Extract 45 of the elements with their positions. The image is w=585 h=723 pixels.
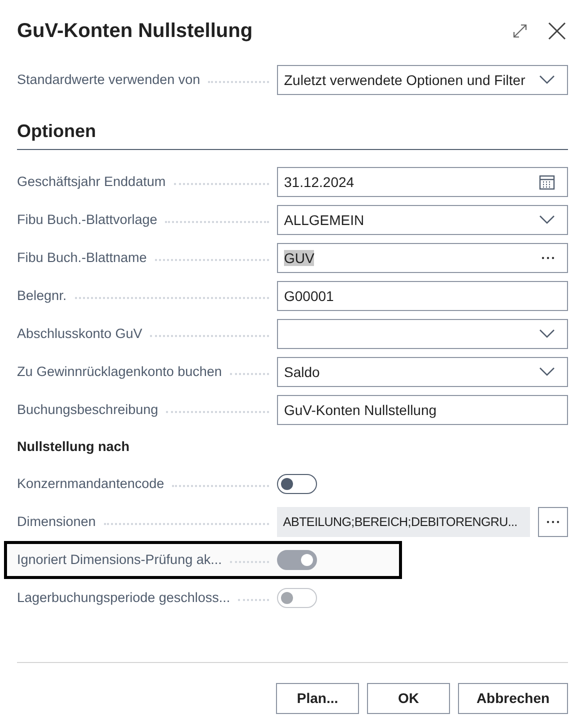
chevron-down-icon — [539, 367, 555, 377]
field-value: Saldo — [284, 364, 320, 380]
dialog-button[interactable]: Plan... — [276, 683, 359, 714]
field-label: Lagerbuchungsperiode geschloss... — [17, 589, 230, 608]
more-icon — [546, 520, 560, 524]
calendar-icon — [539, 174, 555, 190]
field-label: Dimensionen — [17, 513, 96, 532]
window-title: GuV-Konten Nullstellung — [17, 19, 254, 44]
chevron-down-icon — [539, 329, 555, 339]
field-label: Ignoriert Dimensions-Prüfung ak... — [17, 551, 222, 570]
field-label: Geschäftsjahr Enddatum — [17, 172, 166, 191]
dropdown-field[interactable]: Saldo — [277, 357, 568, 387]
field-label: Buchungsbeschreibung — [17, 400, 158, 419]
field-value: GuV-Konten Nullstellung — [284, 402, 437, 418]
field-label: Fibu Buch.-Blattname — [17, 248, 147, 267]
dialog-button[interactable]: Abbrechen — [458, 683, 568, 714]
field-label: Standardwerte verwenden von — [17, 70, 200, 89]
input-field[interactable]: 31.12.2024 — [277, 167, 568, 197]
field-label: Abschlusskonto GuV — [17, 324, 142, 343]
more-button[interactable] — [538, 507, 568, 538]
field-value: ALLGEMEIN — [284, 212, 364, 228]
field-label: Konzernmandantencode — [17, 475, 164, 494]
field-label: Belegnr. — [17, 286, 67, 305]
expand-icon[interactable] — [512, 23, 528, 39]
field-value: G00001 — [284, 288, 334, 304]
dialog-button[interactable]: OK — [367, 683, 450, 714]
input-field[interactable]: GuV-Konten Nullstellung — [277, 395, 568, 425]
chevron-down-icon — [539, 75, 555, 85]
subsection-heading: Nullstellung nach — [17, 438, 131, 456]
input-field[interactable]: G00001 — [277, 281, 568, 311]
section-heading: Optionen — [17, 121, 96, 141]
chevron-down-icon — [539, 215, 555, 225]
dropdown-field[interactable]: ALLGEMEIN — [277, 205, 568, 235]
close-icon[interactable] — [548, 22, 566, 40]
field-label: Fibu Buch.-Blattvorlage — [17, 210, 158, 229]
field-label: Zu Gewinnrücklagenkonto buchen — [17, 362, 222, 381]
dropdown-field[interactable]: Zuletzt verwendete Optionen und Filter — [277, 65, 568, 95]
readonly-field: ABTEILUNG;BEREICH;DEBITORENGRU... — [277, 507, 530, 538]
more-icon — [541, 256, 555, 260]
dropdown-field[interactable] — [277, 319, 568, 349]
field-value: Zuletzt verwendete Optionen und Filter — [284, 72, 526, 88]
input-field[interactable]: GUV — [277, 243, 568, 273]
toggle-switch[interactable] — [277, 474, 317, 494]
field-value: GUV — [284, 250, 314, 266]
field-value: 31.12.2024 — [284, 174, 354, 190]
